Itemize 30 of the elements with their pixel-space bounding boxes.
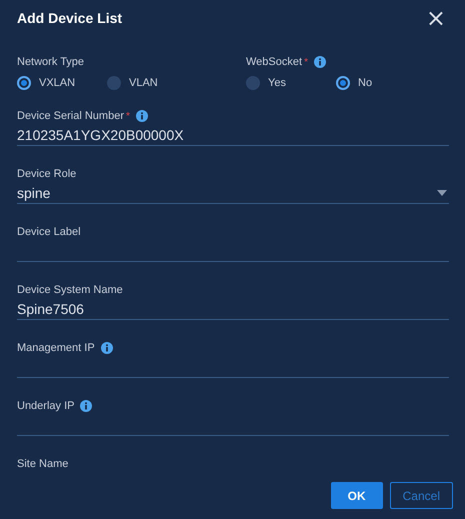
field-label: Network Type (17, 56, 84, 68)
field-label: WebSocket (246, 56, 302, 68)
select-field[interactable]: spine (17, 182, 449, 204)
info-icon[interactable] (314, 56, 326, 68)
field-label: Device Label (17, 226, 81, 238)
field-label: Device Role (17, 168, 76, 180)
caret-icon (437, 190, 447, 196)
info-icon[interactable] (136, 110, 148, 122)
radio-label: VXLAN (39, 77, 76, 89)
input-field[interactable]: 210235A1YGX20B00000X (17, 124, 449, 146)
info-icon[interactable] (100, 342, 113, 354)
radio-button[interactable] (17, 76, 31, 90)
radio-button[interactable] (246, 76, 260, 90)
field-label: Management IP (17, 342, 95, 354)
radio-button[interactable] (107, 76, 121, 90)
close-button[interactable]: × (426, 8, 446, 28)
info-icon[interactable] (80, 400, 92, 412)
dialog-title: Add Device List (17, 10, 122, 26)
radio-label: Yes (268, 77, 286, 89)
radio-label: No (358, 77, 372, 89)
radio-label: VLAN (129, 77, 158, 89)
input-field[interactable]: Spine7506 (17, 298, 449, 320)
required-mark: * (126, 110, 130, 122)
field-label: Device System Name (17, 284, 123, 296)
field-label: Underlay IP (17, 400, 74, 412)
field-label: Device Serial Number (17, 110, 124, 122)
radio-button[interactable] (336, 76, 350, 90)
ok-button[interactable]: OK (330, 482, 383, 509)
field-label: Site Name (17, 458, 68, 470)
required-mark: * (304, 56, 308, 68)
